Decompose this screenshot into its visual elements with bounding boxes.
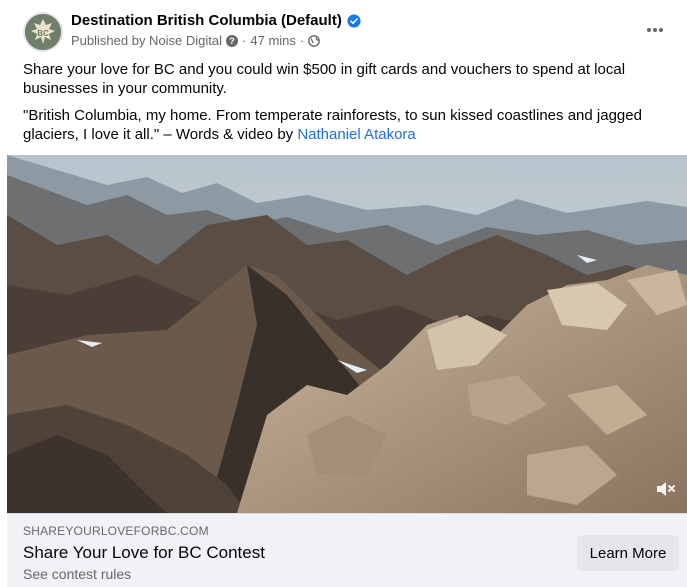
verified-badge-icon <box>347 13 361 28</box>
page-name[interactable]: Destination British Columbia (Default) <box>71 12 342 29</box>
bc-logo-icon: BC <box>25 14 61 50</box>
link-domain: SHAREYOURLOVEFORBC.COM <box>23 524 209 538</box>
meta-separator: · <box>242 33 247 48</box>
meta-separator: · <box>299 33 305 48</box>
post-paragraph-2: "British Columbia, my home. From tempera… <box>23 106 663 144</box>
author-link[interactable]: Nathaniel Atakora <box>297 126 415 143</box>
page-avatar[interactable]: BC <box>23 12 63 52</box>
post-header: BC Destination British Columbia (Default… <box>7 0 687 56</box>
mountain-landscape-image <box>7 155 687 513</box>
page-name-row: Destination British Columbia (Default) <box>71 12 361 29</box>
more-options-icon <box>647 28 663 32</box>
learn-more-button[interactable]: Learn More <box>577 535 679 571</box>
link-title[interactable]: Share Your Love for BC Contest <box>23 543 265 563</box>
svg-text:?: ? <box>229 36 235 46</box>
post-meta: Published by Noise Digital ? · 47 mins · <box>71 33 321 48</box>
help-icon[interactable]: ? <box>226 34 239 47</box>
post-video[interactable] <box>7 155 687 513</box>
svg-text:BC: BC <box>37 29 49 38</box>
speaker-muted-icon[interactable] <box>653 477 677 501</box>
post-text: Share your love for BC and you could win… <box>23 60 663 152</box>
link-description: See contest rules <box>23 566 132 582</box>
post-time[interactable]: 47 mins <box>250 33 296 48</box>
facebook-post: BC Destination British Columbia (Default… <box>7 0 687 587</box>
published-by: Published by Noise Digital <box>71 33 223 48</box>
link-preview[interactable]: SHAREYOURLOVEFORBC.COM Share Your Love f… <box>7 513 687 587</box>
more-options-button[interactable] <box>639 16 671 44</box>
post-paragraph-1: Share your love for BC and you could win… <box>23 61 626 97</box>
globe-icon[interactable] <box>308 34 321 47</box>
